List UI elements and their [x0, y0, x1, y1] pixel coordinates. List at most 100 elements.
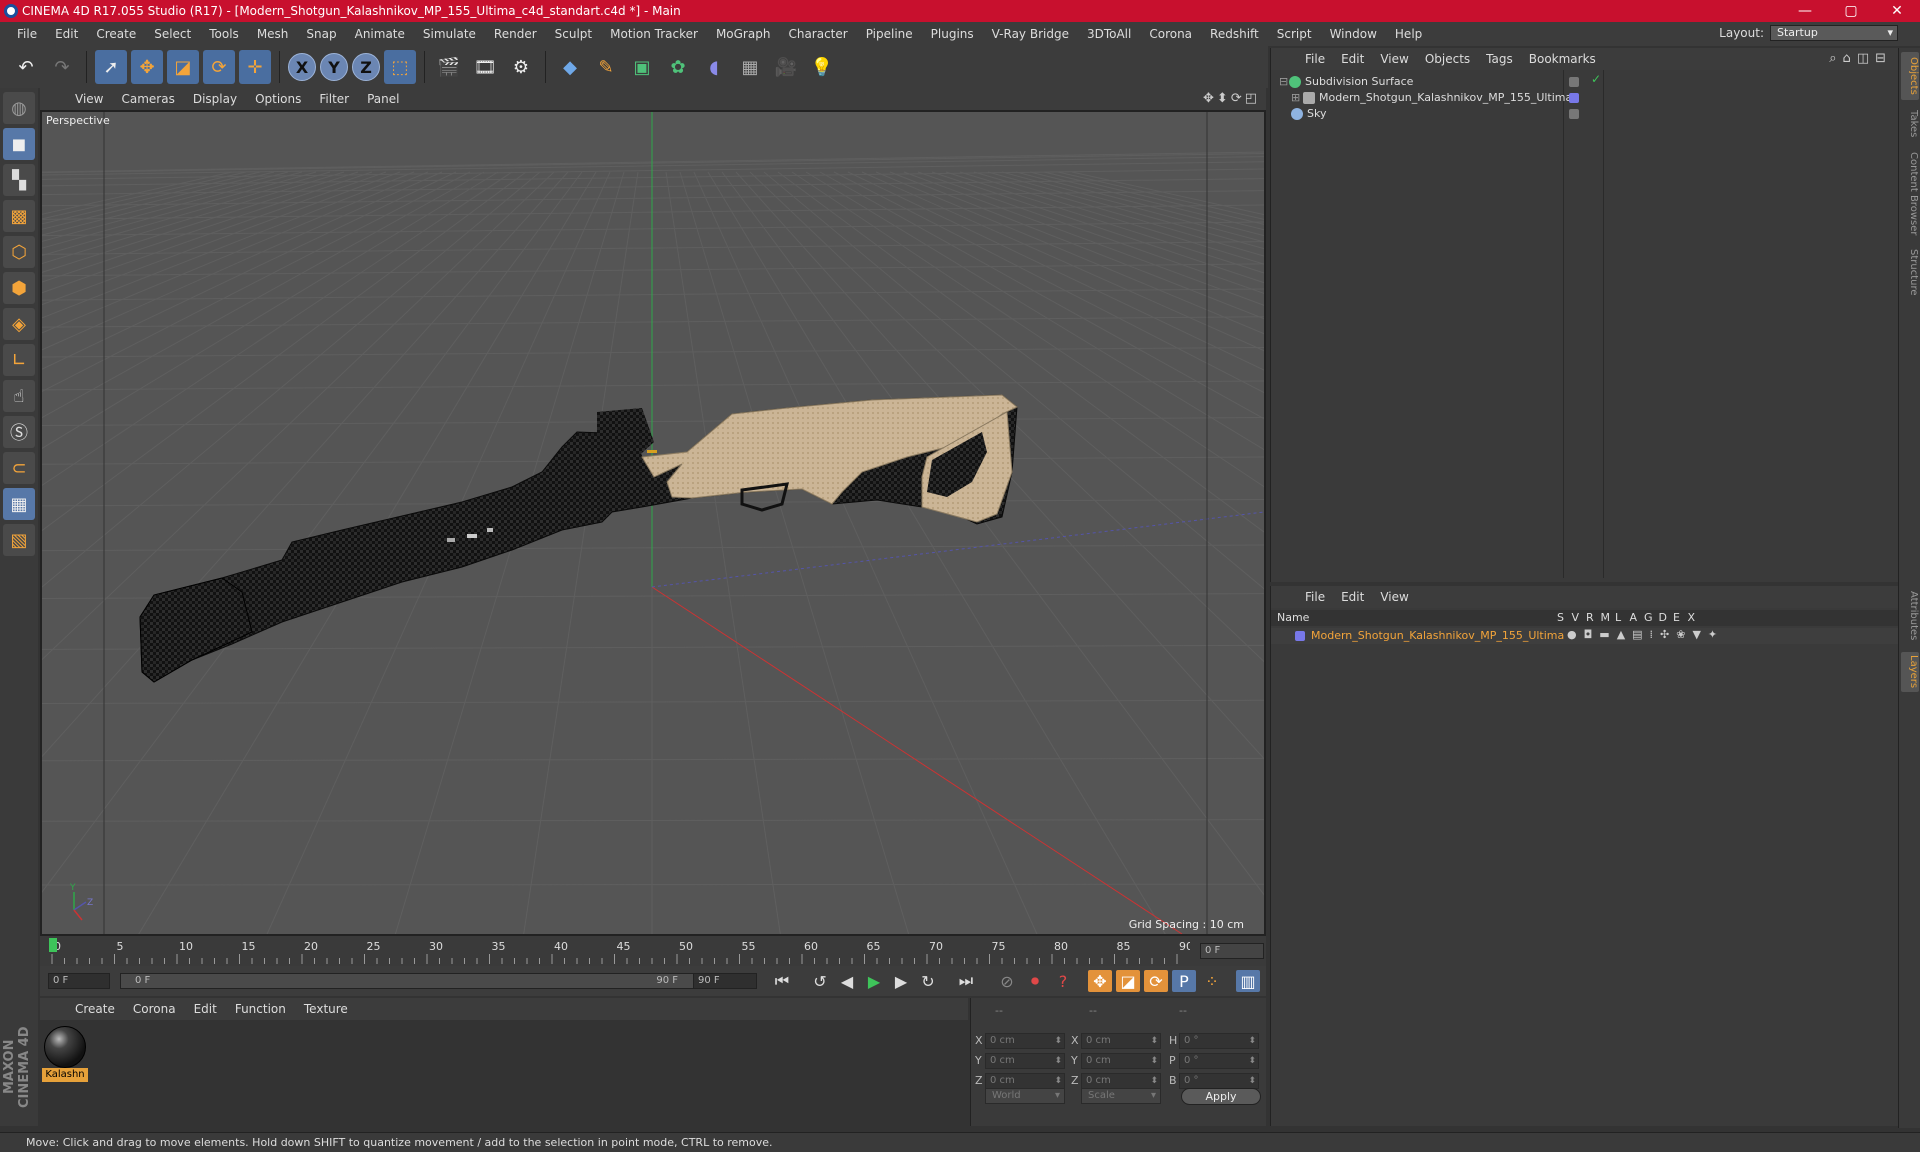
- minimize-button[interactable]: —: [1782, 0, 1828, 22]
- layer-color-tag[interactable]: [1569, 93, 1579, 103]
- size-x-field[interactable]: 0 cm: [1081, 1033, 1161, 1049]
- position-y-field[interactable]: 0 cm: [985, 1053, 1065, 1069]
- model-mode-icon[interactable]: ◼: [3, 128, 35, 160]
- material-name[interactable]: Kalashn: [42, 1068, 88, 1082]
- texture-mode-icon[interactable]: ▚: [3, 164, 35, 196]
- menu-window[interactable]: Window: [1321, 27, 1386, 41]
- select-tool-icon[interactable]: ➚: [95, 50, 127, 84]
- layer-column-e[interactable]: E: [1673, 611, 1680, 624]
- go-to-end-icon[interactable]: ⏭: [954, 970, 978, 992]
- record-keys-icon[interactable]: ⊘: [995, 970, 1019, 992]
- menu-redshift[interactable]: Redshift: [1201, 27, 1268, 41]
- visibility-toggle-icon[interactable]: [1569, 109, 1579, 119]
- size-y-field[interactable]: 0 cm: [1081, 1053, 1161, 1069]
- tab-attributes[interactable]: Attributes: [1901, 588, 1919, 644]
- make-editable-icon[interactable]: ◍: [3, 92, 35, 124]
- object-menu-objects[interactable]: Objects: [1417, 52, 1478, 66]
- timeline-ruler[interactable]: 0 5 10 15 20 25 30 35 40 45 50 55 60 65 70 75 80 85 90 0 F: [40, 936, 1266, 966]
- floor-scene-icon[interactable]: ▦: [734, 50, 766, 84]
- layer-column-m[interactable]: M: [1601, 611, 1611, 624]
- menu-mesh[interactable]: Mesh: [248, 27, 298, 41]
- go-to-start-icon[interactable]: ⏮: [770, 970, 794, 992]
- grid-lock-icon[interactable]: ▦: [3, 488, 35, 520]
- edges-mode-icon[interactable]: ⬢: [3, 272, 35, 304]
- menu-create[interactable]: Create: [87, 27, 145, 41]
- layer-column-name[interactable]: Name: [1277, 611, 1309, 624]
- key-position-icon[interactable]: ✥: [1088, 970, 1112, 992]
- layer-column-x[interactable]: X: [1688, 611, 1696, 624]
- menu-file[interactable]: File: [8, 27, 46, 41]
- enabled-check-icon[interactable]: ✓: [1591, 72, 1601, 86]
- close-button[interactable]: ✕: [1874, 0, 1920, 22]
- menu-character[interactable]: Character: [779, 27, 856, 41]
- workplane-lock-icon[interactable]: ▧: [3, 524, 35, 556]
- menu-3dtoall[interactable]: 3DToAll: [1078, 27, 1140, 41]
- layer-column-s[interactable]: S: [1557, 611, 1564, 624]
- workplane-mode-icon[interactable]: ▩: [3, 200, 35, 232]
- viewport-menu-options[interactable]: Options: [246, 92, 310, 106]
- material-menu-texture[interactable]: Texture: [295, 1002, 357, 1016]
- layer-menu-file[interactable]: File: [1297, 590, 1333, 604]
- step-back-icon[interactable]: ◀: [835, 970, 859, 992]
- menu-edit[interactable]: Edit: [46, 27, 87, 41]
- current-frame-field[interactable]: 0 F: [1200, 943, 1264, 959]
- min-frame-field[interactable]: 0 F: [48, 973, 110, 989]
- maximize-button[interactable]: ▢: [1828, 0, 1874, 22]
- polygons-mode-icon[interactable]: ◈: [3, 308, 35, 340]
- mograph-cloner-icon[interactable]: ✿: [662, 50, 694, 84]
- layer-toggle-icons[interactable]: ●◘▬▲▤⁞✣❀▼✦: [1567, 628, 1724, 641]
- playhead[interactable]: [49, 938, 57, 952]
- menu-motion-tracker[interactable]: Motion Tracker: [601, 27, 707, 41]
- tab-structure[interactable]: Structure: [1901, 244, 1919, 300]
- tab-takes[interactable]: Takes: [1901, 104, 1919, 144]
- layer-row[interactable]: Modern_Shotgun_Kalashnikov_MP_155_Ultima…: [1271, 628, 1899, 644]
- position-z-field[interactable]: 0 cm: [985, 1073, 1065, 1089]
- size-z-field[interactable]: 0 cm: [1081, 1073, 1161, 1089]
- material-menu-edit[interactable]: Edit: [185, 1002, 226, 1016]
- layer-color-swatch[interactable]: [1295, 631, 1305, 641]
- points-mode-icon[interactable]: ⬡: [3, 236, 35, 268]
- coordinate-system-icon[interactable]: ⬚: [384, 50, 416, 84]
- solo-mode-icon[interactable]: Ⓢ: [3, 416, 35, 448]
- tab-layers[interactable]: Layers: [1901, 652, 1919, 692]
- object-menu-view[interactable]: View: [1372, 52, 1416, 66]
- material-preview[interactable]: [44, 1026, 86, 1068]
- layout-dropdown[interactable]: Startup: [1770, 25, 1898, 41]
- material-menu-create[interactable]: Create: [66, 1002, 124, 1016]
- layer-column-a[interactable]: A: [1630, 611, 1638, 624]
- layer-column-v[interactable]: V: [1572, 611, 1580, 624]
- tab-content-browser[interactable]: Content Browser: [1901, 148, 1919, 240]
- viewport-menu-view[interactable]: View: [66, 92, 112, 106]
- layer-column-r[interactable]: R: [1586, 611, 1594, 624]
- menu-help[interactable]: Help: [1386, 27, 1431, 41]
- menu-simulate[interactable]: Simulate: [414, 27, 485, 41]
- menu-v-ray-bridge[interactable]: V-Ray Bridge: [983, 27, 1078, 41]
- axis-mode-icon[interactable]: ∟: [3, 344, 35, 376]
- key-parameter-icon[interactable]: P: [1172, 970, 1196, 992]
- menu-snap[interactable]: Snap: [297, 27, 345, 41]
- cube-primitive-icon[interactable]: ◆: [554, 50, 586, 84]
- position-x-field[interactable]: 0 cm: [985, 1033, 1065, 1049]
- key-pla-icon[interactable]: ⁘: [1200, 970, 1224, 992]
- size-mode-dropdown[interactable]: Scale: [1081, 1088, 1161, 1104]
- autokey-icon[interactable]: ⏺: [1023, 970, 1047, 992]
- x-axis-lock-icon[interactable]: X: [288, 53, 316, 81]
- menu-plugins[interactable]: Plugins: [922, 27, 983, 41]
- render-view-icon[interactable]: 🎬: [433, 50, 465, 84]
- viewport-menu-cameras[interactable]: Cameras: [112, 92, 183, 106]
- max-frame-field[interactable]: 90 F: [693, 973, 757, 989]
- object-menu-bookmarks[interactable]: Bookmarks: [1521, 52, 1604, 66]
- keyframe-selection-icon[interactable]: ?: [1051, 970, 1075, 992]
- menu-script[interactable]: Script: [1268, 27, 1321, 41]
- tab-objects[interactable]: Objects: [1901, 52, 1919, 100]
- layer-menu-edit[interactable]: Edit: [1333, 590, 1372, 604]
- camera-icon[interactable]: 🎥: [770, 50, 802, 84]
- menu-select[interactable]: Select: [145, 27, 200, 41]
- timeline-window-icon[interactable]: ▥: [1236, 970, 1260, 992]
- menu-pipeline[interactable]: Pipeline: [857, 27, 922, 41]
- rotation-b-field[interactable]: 0 °: [1179, 1073, 1259, 1089]
- rotate-tool-icon[interactable]: ⟳: [203, 50, 235, 84]
- perspective-viewport[interactable]: Y Z Perspective Grid Spacing : 10 cm: [40, 110, 1266, 936]
- object-menu-file[interactable]: File: [1297, 52, 1333, 66]
- subdivision-generator-icon[interactable]: ▣: [626, 50, 658, 84]
